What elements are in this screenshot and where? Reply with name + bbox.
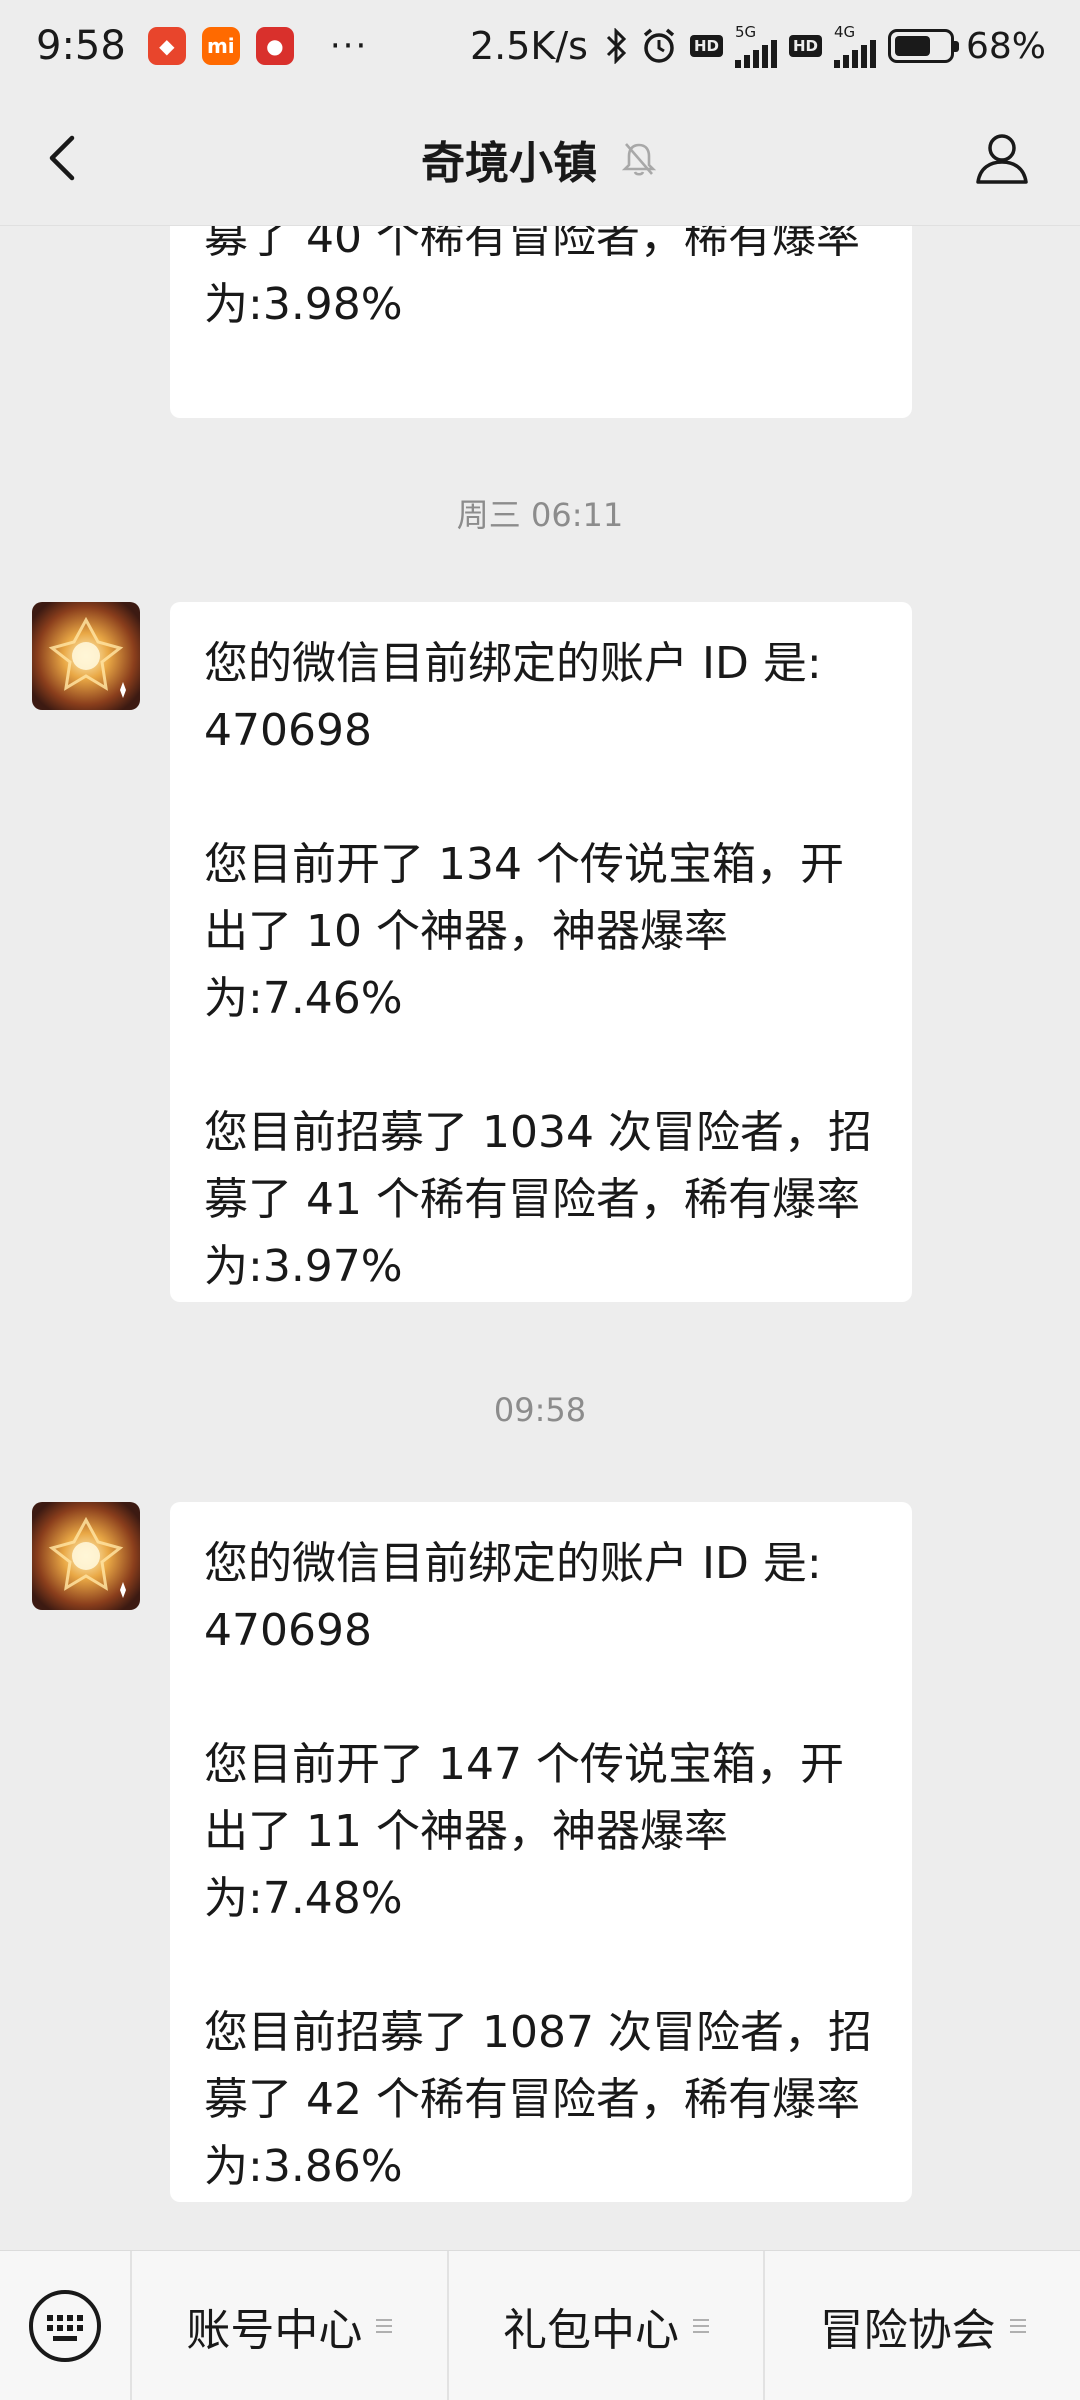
network-speed: 2.5K/s	[470, 24, 588, 68]
status-time: 9:58	[36, 23, 126, 69]
alarm-icon	[643, 28, 675, 63]
signal-bars-icon	[734, 39, 777, 68]
message-bubble[interactable]: 您的微信目前绑定的账户 ID 是: 470698 您目前开了 134 个传说宝箱…	[170, 602, 912, 1302]
keyboard-icon	[29, 2289, 101, 2362]
status-bar: 9:58 ◆ mi ● ··· 2.5K/s HD 5G HD 4G 68%	[0, 0, 1080, 92]
message-text: 募了 40 个稀有冒险者，稀有爆率 为:3.98%	[204, 226, 860, 330]
back-arrow-icon[interactable]	[36, 130, 92, 186]
message-text-account: 您的微信目前绑定的账户 ID 是: 470698	[204, 1538, 822, 1656]
message-text-chests: 您目前开了 134 个传说宝箱，开出了 10 个神器，神器爆率为:7.46%	[204, 839, 844, 1024]
menu-label: 礼包中心	[503, 2304, 679, 2356]
official-account-emblem-icon	[32, 602, 140, 710]
chat-header: 奇境小镇	[0, 92, 1080, 226]
chat-messages[interactable]: 募了 40 个稀有冒险者，稀有爆率 为:3.98% 周三 06:11 您的微信目…	[0, 226, 1080, 2250]
message-text-recruit: 您目前招募了 1034 次冒险者，招募了 41 个稀有冒险者，稀有爆率为:3.9…	[204, 1107, 872, 1292]
mi-app-icon: mi	[201, 27, 240, 65]
keyboard-toggle-button[interactable]	[0, 2251, 130, 2400]
menu-label: 账号中心	[186, 2304, 363, 2356]
message-text-chests: 您目前开了 147 个传说宝箱，开出了 11 个神器，神器爆率为:7.48%	[204, 1739, 844, 1924]
official-account-menu: 账号中心 礼包中心 冒险协会	[0, 2250, 1080, 2400]
menu-account-center[interactable]: 账号中心	[130, 2250, 447, 2400]
bluetooth-icon	[606, 28, 627, 64]
avatar[interactable]	[32, 602, 140, 710]
avatar[interactable]	[32, 1502, 140, 1610]
user-profile-icon[interactable]	[972, 128, 1032, 188]
message-timestamp: 周三 06:11	[456, 496, 624, 534]
signal-5g: 5G	[734, 24, 777, 68]
submenu-icon	[376, 2318, 393, 2333]
hd-badge: HD	[788, 35, 822, 57]
signal-bars-icon	[833, 39, 876, 68]
hd-badge: HD	[689, 35, 723, 57]
message-timestamp: 09:58	[493, 1391, 587, 1429]
chat-title: 奇境小镇	[421, 137, 597, 189]
app-notification-icon: ●	[255, 27, 294, 65]
message-text-recruit: 您目前招募了 1087 次冒险者，招募了 42 个稀有冒险者，稀有爆率为:3.8…	[204, 2007, 872, 2192]
menu-adventure-guild[interactable]: 冒险协会	[763, 2250, 1080, 2400]
menu-label: 冒险协会	[819, 2304, 996, 2356]
mute-bell-icon	[621, 142, 657, 176]
signal-4g: 4G	[833, 24, 876, 68]
submenu-icon	[1009, 2318, 1026, 2333]
message-bubble-partial[interactable]: 募了 40 个稀有冒险者，稀有爆率 为:3.98%	[170, 226, 912, 418]
more-notifications-icon: ···	[329, 26, 369, 66]
message-text-account: 您的微信目前绑定的账户 ID 是: 470698	[204, 638, 822, 756]
official-account-emblem-icon	[32, 1502, 140, 1610]
menu-gift-center[interactable]: 礼包中心	[446, 2250, 764, 2400]
app-notification-icon: ◆	[147, 27, 186, 65]
message-bubble[interactable]: 您的微信目前绑定的账户 ID 是: 470698 您目前开了 147 个传说宝箱…	[170, 1502, 912, 2202]
battery-icon	[887, 29, 959, 63]
battery-percentage: 68%	[965, 25, 1046, 67]
submenu-icon	[693, 2318, 709, 2333]
